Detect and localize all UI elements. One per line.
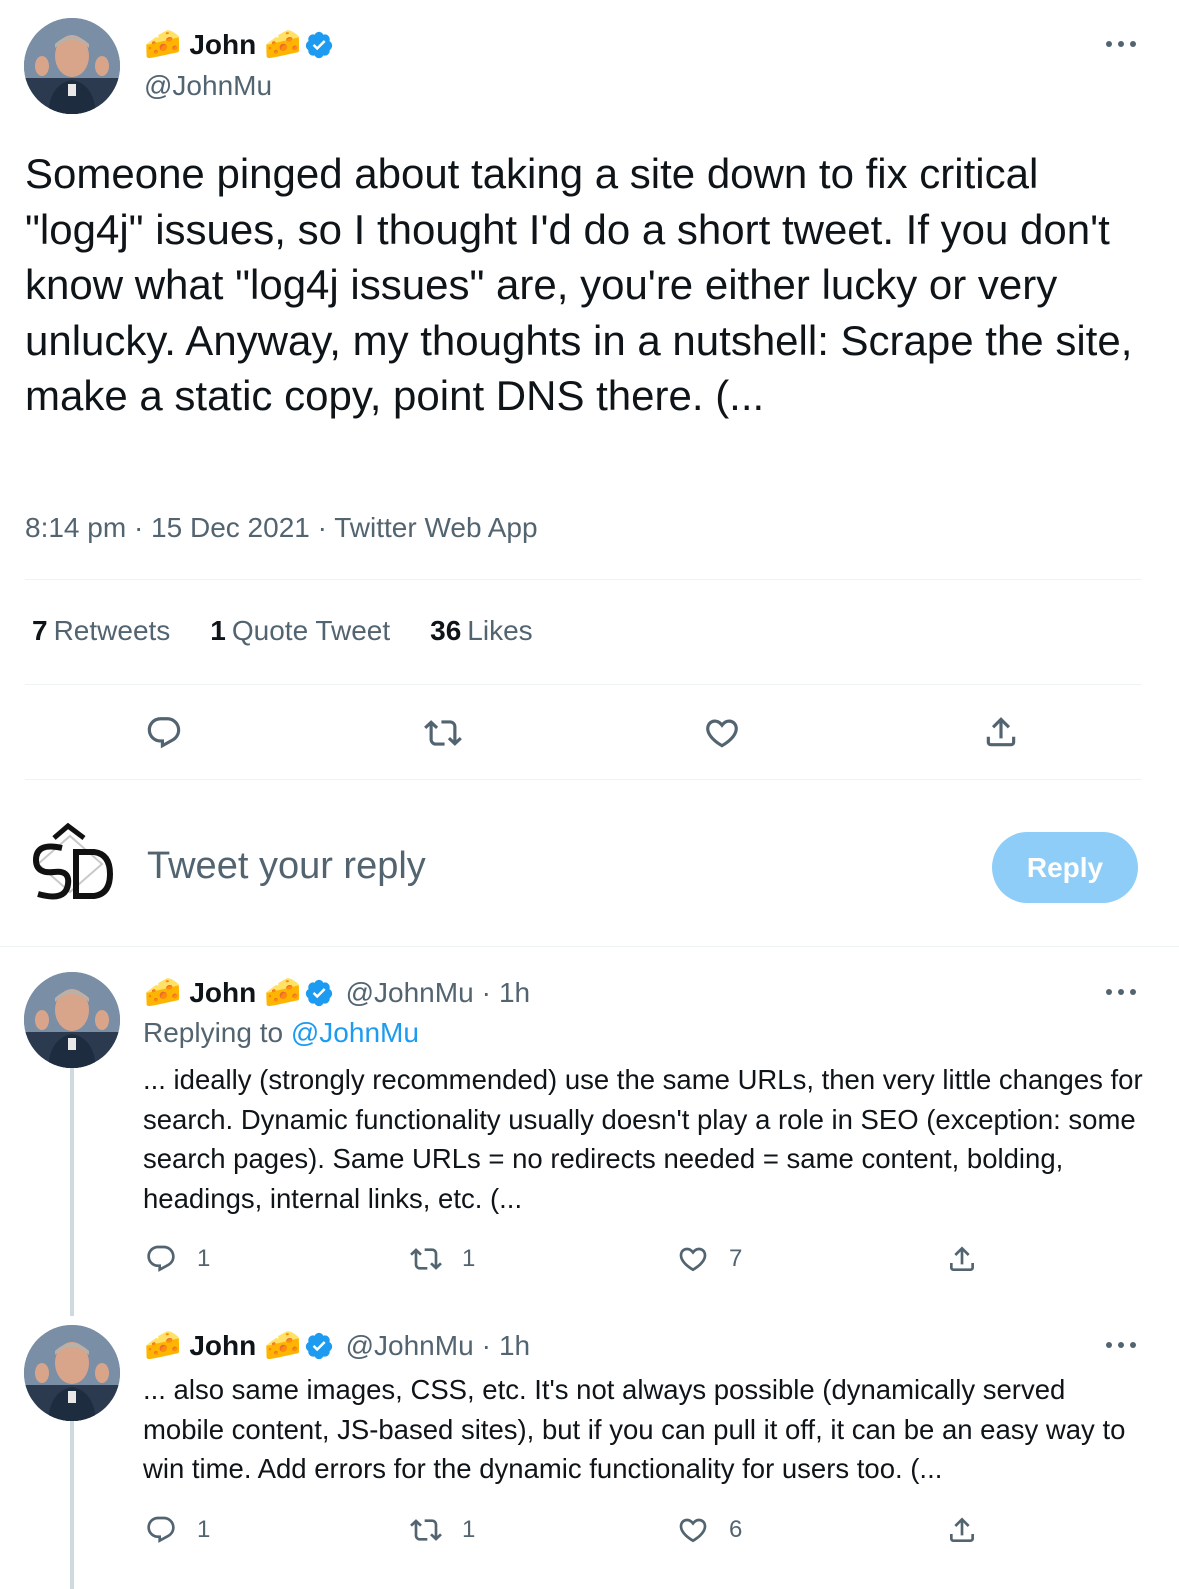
author-handle[interactable]: @JohnMu — [346, 1330, 474, 1362]
likes-stat[interactable]: 36 Likes — [430, 615, 533, 647]
separator: · — [481, 1330, 491, 1361]
more-options-icon[interactable] — [1104, 1335, 1144, 1355]
share-icon — [986, 717, 1016, 747]
retweet-count: 1 — [462, 1245, 476, 1272]
author-avatar[interactable] — [24, 1325, 120, 1421]
reply-button[interactable]: 1 — [145, 1243, 210, 1275]
reply-count: 1 — [197, 1516, 211, 1543]
timestamp[interactable]: 1h — [499, 977, 530, 1009]
share-button[interactable] — [946, 1243, 978, 1275]
verified-badge-icon — [305, 1332, 332, 1360]
replying-to: Replying to @JohnMu — [143, 1017, 419, 1049]
author-handle[interactable]: @JohnMu — [144, 70, 272, 102]
reply-input[interactable]: Tweet your reply — [147, 845, 426, 888]
cheese-emoji: 🧀 — [144, 28, 182, 61]
reply-submit-button[interactable]: Reply — [992, 832, 1138, 903]
reply-icon — [147, 1245, 175, 1272]
like-count: 7 — [729, 1245, 743, 1272]
heart-icon — [679, 1247, 707, 1272]
timestamp[interactable]: 1h — [499, 1330, 530, 1362]
heart-icon — [706, 719, 738, 748]
reply-button[interactable]: 1 — [145, 1514, 210, 1546]
more-options-icon[interactable] — [1104, 34, 1144, 54]
verified-badge-icon — [305, 31, 332, 59]
heart-icon — [679, 1518, 707, 1543]
retweet-icon — [424, 720, 462, 746]
reply-header: 🧀 John 🧀 @JohnMu · 1h — [144, 977, 530, 1009]
like-button[interactable]: 7 — [677, 1243, 742, 1275]
like-count: 6 — [729, 1516, 743, 1543]
divider — [25, 684, 1142, 685]
replying-to-link[interactable]: @JohnMu — [291, 1017, 419, 1048]
reply-icon — [147, 1516, 175, 1543]
reply-button[interactable] — [145, 714, 183, 752]
cheese-emoji: 🧀 — [144, 976, 182, 1009]
cheese-emoji: 🧀 — [264, 976, 302, 1009]
author-avatar[interactable] — [24, 18, 120, 114]
retweet-button[interactable] — [424, 714, 462, 752]
retweet-count: 1 — [462, 1516, 476, 1543]
tweet-meta[interactable]: 8:14 pm · 15 Dec 2021 · Twitter Web App — [25, 512, 538, 544]
verified-badge-icon — [305, 979, 332, 1007]
reply-count: 1 — [197, 1245, 211, 1272]
share-icon — [950, 1517, 974, 1542]
thread-line — [70, 1421, 74, 1589]
share-icon — [950, 1246, 974, 1271]
share-button[interactable] — [946, 1514, 978, 1546]
reply-header: 🧀 John 🧀 @JohnMu · 1h — [144, 1330, 530, 1362]
author-name-row[interactable]: 🧀 John 🧀 — [144, 29, 334, 61]
current-user-avatar[interactable] — [24, 818, 116, 910]
retweet-icon — [410, 1519, 442, 1541]
more-options-icon[interactable] — [1104, 982, 1144, 1002]
reply-icon — [147, 717, 181, 749]
cheese-emoji: 🧀 — [264, 28, 302, 61]
thread-line — [70, 1068, 74, 1316]
separator: · — [481, 977, 491, 1008]
cheese-emoji: 🧀 — [144, 1329, 182, 1362]
tweet-text: Someone pinged about taking a site down … — [25, 150, 1133, 419]
section-divider — [0, 946, 1179, 947]
cheese-emoji: 🧀 — [264, 1329, 302, 1362]
author-avatar[interactable] — [24, 972, 120, 1068]
divider — [25, 779, 1142, 780]
author-name[interactable]: John — [189, 1330, 256, 1362]
author-name[interactable]: John — [189, 29, 256, 61]
retweets-stat[interactable]: 7 Retweets — [32, 615, 170, 647]
retweet-icon — [410, 1248, 442, 1270]
share-button[interactable] — [982, 713, 1020, 751]
retweet-button[interactable]: 1 — [410, 1243, 475, 1275]
author-name[interactable]: John — [189, 977, 256, 1009]
replying-prefix: Replying to — [143, 1017, 284, 1048]
reply-text: ... ideally (strongly recommended) use t… — [143, 1064, 1143, 1214]
like-button[interactable] — [703, 714, 741, 752]
divider — [25, 579, 1142, 580]
tweet-stats: 7 Retweets 1 Quote Tweet 36 Likes — [32, 615, 573, 647]
reply-text: ... also same images, CSS, etc. It's not… — [143, 1374, 1126, 1484]
like-button[interactable]: 6 — [677, 1514, 742, 1546]
retweet-button[interactable]: 1 — [410, 1514, 475, 1546]
author-handle[interactable]: @JohnMu — [346, 977, 474, 1009]
quotes-stat[interactable]: 1 Quote Tweet — [210, 615, 390, 647]
